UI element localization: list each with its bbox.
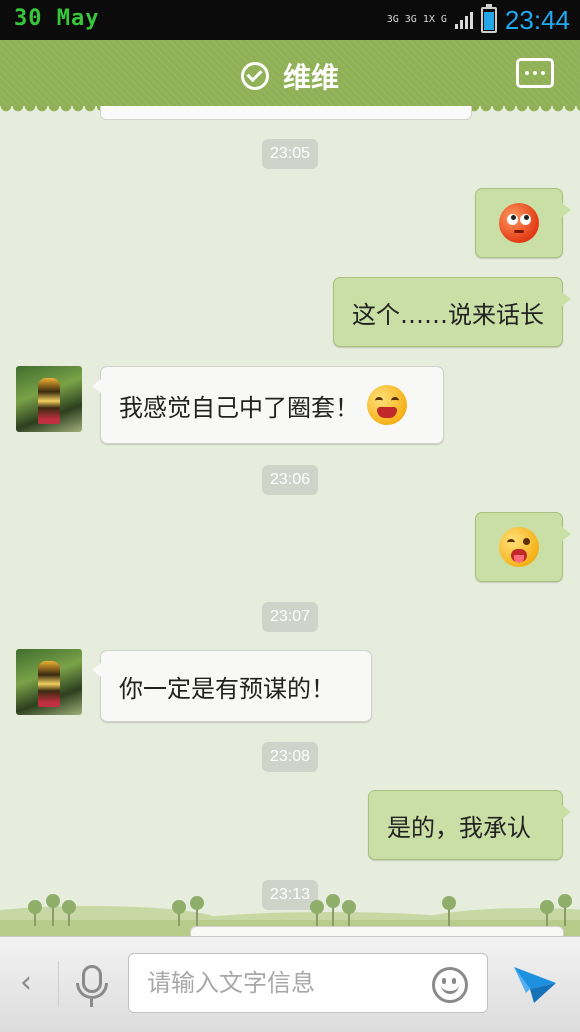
previous-message-bubble[interactable] <box>100 106 472 120</box>
more-menu-icon[interactable] <box>516 58 554 88</box>
decorative-landscape <box>0 886 580 936</box>
outgoing-message-bubble[interactable] <box>475 512 571 582</box>
outgoing-message-bubble[interactable]: 这个……说来话长 <box>333 277 571 347</box>
chat-header: 维维 <box>0 40 580 112</box>
status-bar: 30 May 3G 3G 1X G 23:44 <box>0 0 580 40</box>
divider <box>58 961 59 1007</box>
outgoing-message-bubble[interactable]: 是的，我承认 <box>368 790 571 860</box>
message-input-bar: ‹ <box>0 936 580 1032</box>
message-text: 你一定是有预谋的！ <box>119 674 335 703</box>
battery-icon <box>480 4 497 33</box>
incoming-message-bubble[interactable]: 你一定是有预谋的！ <box>92 650 372 722</box>
contact-name[interactable]: 维维 <box>283 56 339 96</box>
timestamp-pill: 23:05 <box>262 139 318 169</box>
status-time: 23:44 <box>504 4 570 35</box>
wink-tongue-face-icon <box>499 527 539 567</box>
battery-fill <box>483 12 494 30</box>
network-type-label: 3G 3G 1X G <box>386 14 447 25</box>
outgoing-message-bubble[interactable] <box>475 188 571 258</box>
signal-strength-icon <box>454 11 473 29</box>
timestamp-pill: 23:08 <box>262 742 318 772</box>
message-text: 我感觉自己中了圈套！ <box>119 393 359 422</box>
timestamp-pill: 23:06 <box>262 465 318 495</box>
smiley-icon[interactable] <box>432 967 468 1003</box>
message-text: 是的，我承认 <box>387 813 531 842</box>
check-circle-icon <box>240 62 269 90</box>
contact-avatar[interactable] <box>16 649 82 715</box>
incoming-message-bubble[interactable]: 我感觉自己中了圈套！ <box>92 366 444 444</box>
status-indicators: 3G 3G 1X G 23:44 <box>387 4 570 36</box>
chat-message-list[interactable]: 23:05 这个……说来话长 我感觉自己中了圈套！ 23:06 23:07 你一… <box>0 106 580 936</box>
contact-avatar[interactable] <box>16 366 82 432</box>
status-date: 30 May <box>14 6 100 31</box>
partial-message-bubble[interactable] <box>190 926 564 936</box>
timestamp-pill: 23:07 <box>262 602 318 632</box>
grimace-face-icon <box>367 385 407 425</box>
message-text: 这个……说来话长 <box>352 300 544 329</box>
back-chevron-icon[interactable]: ‹ <box>20 965 32 1000</box>
header-title-group: 维维 <box>0 56 580 96</box>
flushed-face-icon <box>499 203 539 243</box>
send-arrow-icon[interactable] <box>512 963 558 1005</box>
